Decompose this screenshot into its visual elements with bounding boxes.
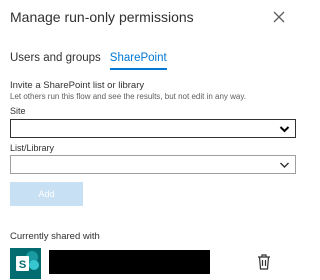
- redacted-name: [49, 250, 210, 274]
- svg-text:S: S: [19, 259, 26, 271]
- trash-icon[interactable]: [256, 253, 272, 271]
- site-dropdown[interactable]: [10, 119, 296, 138]
- close-icon[interactable]: [272, 10, 286, 24]
- sharepoint-icon: S: [10, 248, 41, 279]
- invite-description: Let others run this flow and see the res…: [10, 92, 246, 101]
- tab-bar: Users and groups SharePoint: [10, 52, 167, 70]
- add-button[interactable]: Add: [10, 182, 83, 206]
- invite-heading: Invite a SharePoint list or library: [10, 80, 145, 91]
- panel-title: Manage run-only permissions: [10, 9, 194, 25]
- library-dropdown[interactable]: [10, 155, 296, 174]
- tab-sharepoint[interactable]: SharePoint: [109, 52, 167, 70]
- library-label: List/Library: [10, 143, 55, 153]
- site-label: Site: [10, 106, 26, 116]
- chevron-down-icon: [279, 126, 290, 133]
- currently-shared-heading: Currently shared with: [10, 231, 100, 242]
- chevron-down-icon: [280, 162, 289, 168]
- tab-users-and-groups[interactable]: Users and groups: [10, 52, 101, 70]
